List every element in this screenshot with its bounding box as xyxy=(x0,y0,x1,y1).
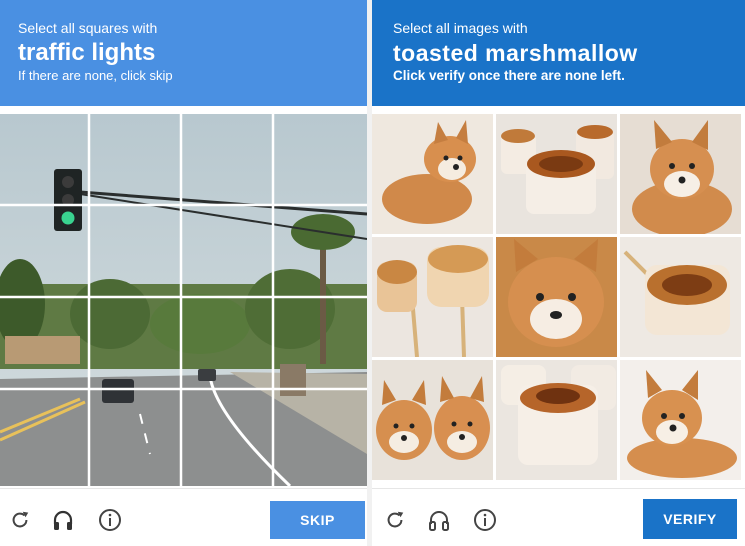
grid-cell[interactable] xyxy=(0,390,90,480)
grid-cell[interactable] xyxy=(276,390,366,480)
headphones-icon[interactable] xyxy=(426,507,452,533)
captcha-footer: VERIFY xyxy=(372,488,745,546)
grid-cell[interactable] xyxy=(276,298,366,388)
image-tile-grid xyxy=(372,114,745,486)
street-scene-grid xyxy=(0,114,367,486)
instruction-hint: Click verify once there are none left. xyxy=(393,68,625,83)
grid-cell[interactable] xyxy=(276,206,366,296)
image-tile-marshmallow[interactable] xyxy=(620,237,741,357)
grid-cell[interactable] xyxy=(0,114,90,204)
grid-cell[interactable] xyxy=(184,298,274,388)
instruction-header: Select all squares with traffic lights I… xyxy=(0,0,367,106)
image-tile-dog[interactable] xyxy=(620,360,741,480)
grid-cell[interactable] xyxy=(184,206,274,296)
instruction-prefix: Select all squares with xyxy=(18,20,158,36)
captcha-footer: SKIP xyxy=(0,488,367,546)
image-tile-dog[interactable] xyxy=(496,237,617,357)
grid-cell[interactable] xyxy=(92,298,182,388)
instruction-prefix: Select all images with xyxy=(393,20,528,36)
headphones-icon[interactable] xyxy=(50,507,76,533)
instruction-hint: If there are none, click skip xyxy=(18,68,173,83)
grid-cell[interactable] xyxy=(0,298,90,388)
grid-cell[interactable] xyxy=(276,114,366,204)
reload-icon[interactable] xyxy=(7,507,33,533)
grid-cell[interactable] xyxy=(0,206,90,296)
info-icon[interactable] xyxy=(472,507,498,533)
image-tile-marshmallow[interactable] xyxy=(496,360,617,480)
image-tile-marshmallow[interactable] xyxy=(496,114,617,234)
instruction-header: Select all images with toasted marshmall… xyxy=(372,0,745,106)
instruction-target: toasted marshmallow xyxy=(393,40,638,66)
info-icon[interactable] xyxy=(97,507,123,533)
grid-cell[interactable] xyxy=(92,114,182,204)
grid-cell[interactable] xyxy=(184,390,274,480)
image-tile-dogs[interactable] xyxy=(372,360,493,480)
reload-icon[interactable] xyxy=(382,507,408,533)
grid-cell[interactable] xyxy=(92,390,182,480)
instruction-target: traffic lights xyxy=(18,39,156,66)
captcha-panel-marshmallow: Select all images with toasted marshmall… xyxy=(372,0,745,546)
image-tile-dog[interactable] xyxy=(620,114,741,234)
image-tile-dog[interactable] xyxy=(372,114,493,234)
image-tile-marshmallow[interactable] xyxy=(372,237,493,357)
grid-cell[interactable] xyxy=(184,114,274,204)
grid-cell[interactable] xyxy=(92,206,182,296)
captcha-panel-traffic-lights: Select all squares with traffic lights I… xyxy=(0,0,367,546)
skip-button[interactable]: SKIP xyxy=(270,501,365,539)
verify-button[interactable]: VERIFY xyxy=(643,499,737,539)
